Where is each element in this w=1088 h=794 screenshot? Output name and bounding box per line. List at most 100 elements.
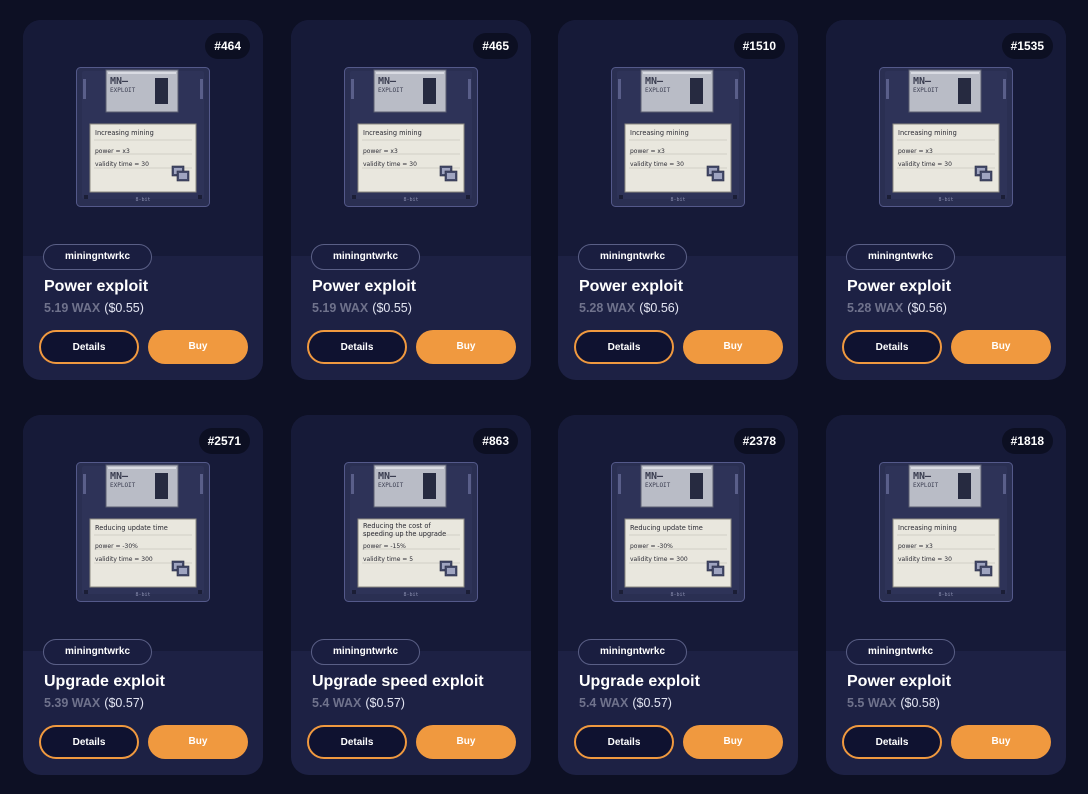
disk-label-line2: validity time = 30 (363, 161, 417, 168)
price-usd: ($0.57) (104, 696, 144, 710)
disk-footer-text: 8-bit (670, 592, 685, 598)
price-wax: 5.4 WAX (312, 696, 362, 710)
price-usd: ($0.57) (632, 696, 672, 710)
price-usd: ($0.58) (900, 696, 940, 710)
details-button[interactable]: Details (39, 330, 139, 364)
nft-card[interactable]: MN— EXPLOIT Increasing mining power = x3… (558, 20, 798, 380)
buy-button[interactable]: Buy (148, 330, 248, 364)
disk-label-line1: power = x3 (898, 543, 933, 550)
collection-pill[interactable]: miningntwrkc (578, 244, 688, 270)
price-usd: ($0.56) (907, 301, 947, 315)
collection-pill[interactable]: miningntwrkc (311, 639, 421, 665)
floppy-disk-image: MN— EXPLOIT Reducing update time power =… (611, 462, 745, 602)
price-usd: ($0.55) (104, 301, 144, 315)
card-title: Power exploit (847, 278, 952, 295)
collection-pill[interactable]: miningntwrkc (43, 639, 153, 665)
disk-logo-text: MN— (110, 471, 129, 482)
disk-label-title: Increasing mining (95, 129, 154, 137)
details-button[interactable]: Details (842, 330, 942, 364)
disk-logo-sub-text: EXPLOIT (110, 87, 136, 94)
card-title: Upgrade exploit (579, 673, 700, 690)
buy-button[interactable]: Buy (148, 725, 248, 759)
buy-button[interactable]: Buy (416, 725, 516, 759)
disk-logo-text: MN— (378, 76, 397, 87)
buy-button[interactable]: Buy (951, 725, 1051, 759)
price-usd: ($0.56) (639, 301, 679, 315)
token-id-badge: #1535 (1001, 33, 1053, 59)
collection-pill[interactable]: miningntwrkc (846, 639, 956, 665)
nft-card[interactable]: MN— EXPLOIT Increasing mining power = x3… (826, 20, 1066, 380)
price-row: 5.5 WAX ($0.58) (847, 696, 940, 710)
card-title: Power exploit (312, 278, 417, 295)
nft-card[interactable]: MN— EXPLOIT Reducing update time power =… (23, 415, 263, 775)
details-button[interactable]: Details (574, 725, 674, 759)
floppy-disk-image: MN— EXPLOIT Increasing mining power = x3… (879, 462, 1013, 602)
disk-label-title: Reducing update time (630, 524, 703, 532)
price-usd: ($0.55) (372, 301, 412, 315)
price-wax: 5.28 WAX (847, 301, 904, 315)
disk-logo-text: MN— (378, 471, 397, 482)
collection-pill[interactable]: miningntwrkc (311, 244, 421, 270)
price-wax: 5.19 WAX (44, 301, 101, 315)
disk-logo-sub-text: EXPLOIT (378, 482, 404, 489)
token-id-badge: #1510 (733, 33, 785, 59)
price-wax: 5.19 WAX (312, 301, 369, 315)
disk-label-line2: validity time = 300 (630, 556, 688, 563)
details-button[interactable]: Details (307, 725, 407, 759)
floppy-disk-image: MN— EXPLOIT Increasing mining power = x3… (76, 67, 210, 207)
disk-label-title: Reducing update time (95, 524, 168, 532)
disk-logo-text: MN— (645, 471, 664, 482)
disk-label-line2: validity time = 30 (898, 556, 952, 563)
card-title: Power exploit (44, 278, 149, 295)
buy-button[interactable]: Buy (683, 725, 783, 759)
disk-footer-text: 8-bit (135, 592, 150, 598)
nft-card[interactable]: MN— EXPLOIT Reducing update time power =… (558, 415, 798, 775)
price-row: 5.4 WAX ($0.57) (312, 696, 405, 710)
price-wax: 5.5 WAX (847, 696, 897, 710)
disk-footer-text: 8-bit (938, 592, 953, 598)
collection-pill[interactable]: miningntwrkc (578, 639, 688, 665)
floppy-disk-image: MN— EXPLOIT Reducing the cost of speeding… (344, 462, 478, 602)
details-button[interactable]: Details (574, 330, 674, 364)
price-row: 5.39 WAX ($0.57) (44, 696, 144, 710)
card-title: Upgrade exploit (44, 673, 165, 690)
price-row: 5.28 WAX ($0.56) (579, 301, 679, 315)
details-button[interactable]: Details (39, 725, 139, 759)
disk-logo-sub-text: EXPLOIT (110, 482, 136, 489)
buy-button[interactable]: Buy (416, 330, 516, 364)
disk-label-title: Increasing mining (630, 129, 689, 137)
details-button[interactable]: Details (307, 330, 407, 364)
token-id-badge: #2378 (733, 428, 785, 454)
disk-label-line2: validity time = 30 (95, 161, 149, 168)
disk-label-line1: power = -15% (363, 543, 406, 550)
disk-label-line2: validity time = 300 (95, 556, 153, 563)
disk-label-line1: power = -30% (95, 543, 138, 550)
card-title: Power exploit (579, 278, 684, 295)
buy-button[interactable]: Buy (951, 330, 1051, 364)
collection-pill[interactable]: miningntwrkc (846, 244, 956, 270)
price-usd: ($0.57) (365, 696, 405, 710)
price-row: 5.28 WAX ($0.56) (847, 301, 947, 315)
disk-label-line1: power = x3 (95, 148, 130, 155)
disk-footer-text: 8-bit (403, 592, 418, 598)
price-wax: 5.4 WAX (579, 696, 629, 710)
floppy-disk-image: MN— EXPLOIT Reducing update time power =… (76, 462, 210, 602)
nft-card[interactable]: MN— EXPLOIT Increasing mining power = x3… (291, 20, 531, 380)
collection-pill[interactable]: miningntwrkc (43, 244, 153, 270)
price-wax: 5.39 WAX (44, 696, 101, 710)
nft-card[interactable]: MN— EXPLOIT Increasing mining power = x3… (826, 415, 1066, 775)
disk-footer-text: 8-bit (403, 197, 418, 203)
disk-logo-text: MN— (110, 76, 129, 87)
nft-card[interactable]: MN— EXPLOIT Increasing mining power = x3… (23, 20, 263, 380)
floppy-disk-image: MN— EXPLOIT Increasing mining power = x3… (344, 67, 478, 207)
disk-logo-text: MN— (913, 76, 932, 87)
nft-card-grid: MN— EXPLOIT Increasing mining power = x3… (0, 0, 1088, 794)
price-row: 5.19 WAX ($0.55) (312, 301, 412, 315)
details-button[interactable]: Details (842, 725, 942, 759)
disk-logo-sub-text: EXPLOIT (645, 482, 671, 489)
disk-footer-text: 8-bit (135, 197, 150, 203)
disk-footer-text: 8-bit (670, 197, 685, 203)
disk-logo-text: MN— (645, 76, 664, 87)
nft-card[interactable]: MN— EXPLOIT Reducing the cost of speeding… (291, 415, 531, 775)
buy-button[interactable]: Buy (683, 330, 783, 364)
